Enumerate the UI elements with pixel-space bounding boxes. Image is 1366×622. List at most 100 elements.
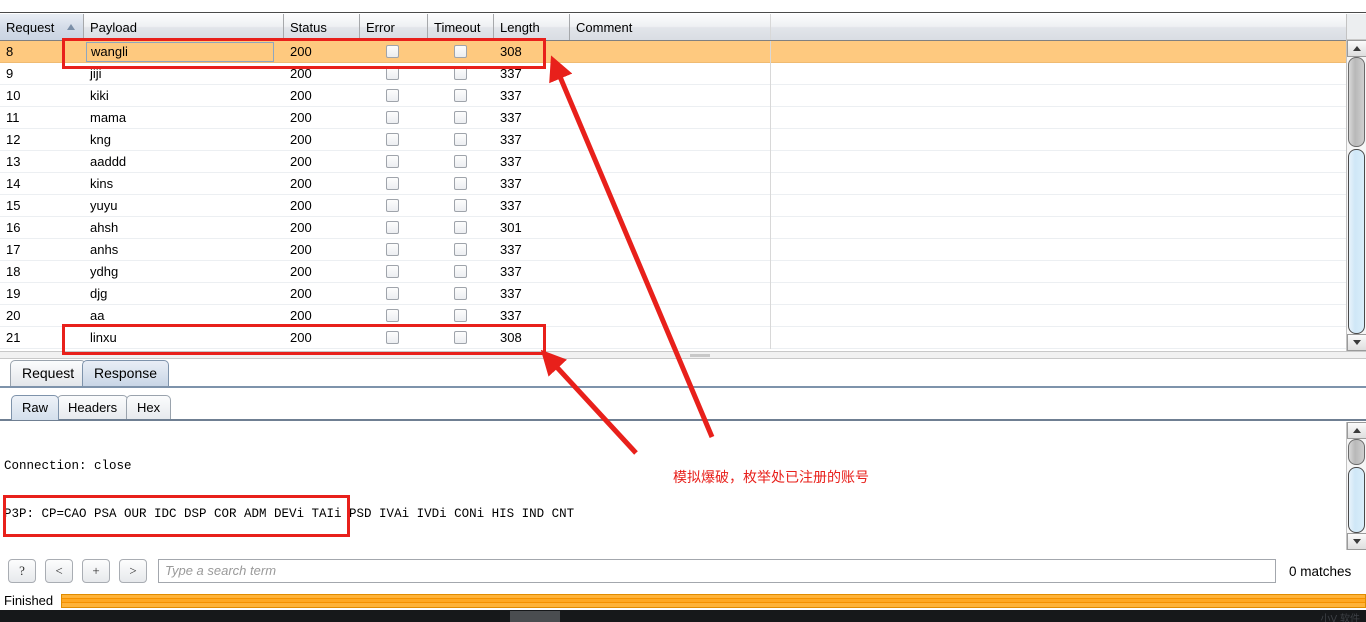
tab-request[interactable]: Request [10,360,87,386]
response-scrollbar-track[interactable] [1347,439,1366,533]
column-header-payload[interactable]: Payload [84,14,284,40]
tab-raw[interactable]: Raw [11,395,60,420]
scrollbar-thumb-upper[interactable] [1348,57,1365,147]
table-row[interactable]: 18 ydhg 200 337 [0,260,1346,283]
cell-request: 17 [6,241,21,257]
cell-error-checkbox-icon [386,199,399,212]
cell-comment [570,150,771,173]
table-row[interactable]: 16 ahsh 200 301 [0,216,1346,239]
cell-timeout [428,129,494,151]
cell-status: 200 [290,153,312,169]
add-filter-button[interactable]: + [82,559,110,583]
cell-timeout-checkbox-icon [454,221,467,234]
search-bar: ? < + > Type a search term 0 matches [0,553,1366,589]
response-scroll-up-button[interactable] [1347,422,1366,439]
response-scrollbar-thumb[interactable] [1348,467,1365,533]
table-row[interactable]: 9 jiji 200 337 [0,62,1346,85]
cell-timeout [428,195,494,217]
cell-timeout-checkbox-icon [454,133,467,146]
cell-length: 337 [500,65,522,81]
results-table[interactable]: Request Payload Status Error Timeout Len… [0,14,1346,351]
prev-match-button-label: < [55,563,63,578]
cell-status: 200 [290,109,312,125]
table-row[interactable]: 10 kiki 200 337 [0,84,1346,107]
column-header-request-label: Request [6,19,55,35]
table-row[interactable]: 15 yuyu 200 337 [0,194,1346,217]
table-row[interactable]: 14 kins 200 337 [0,172,1346,195]
cell-timeout-checkbox-icon [454,265,467,278]
cell-payload: aa [90,307,105,323]
cell-error [360,195,428,217]
table-row[interactable]: 13 aaddd 200 337 [0,150,1346,173]
column-header-request[interactable]: Request [0,14,84,40]
horizontal-splitter[interactable] [0,351,1366,359]
table-row[interactable]: 20 aa 200 337 [0,304,1346,327]
response-vertical-scrollbar[interactable] [1346,422,1366,550]
cell-request: 20 [6,307,21,323]
cell-error-checkbox-icon [386,155,399,168]
cell-error [360,283,428,305]
cell-comment [570,84,771,107]
cell-error-checkbox-icon [386,111,399,124]
cell-payload: kins [90,175,114,191]
scrollbar-corner [1347,14,1366,40]
cell-timeout-checkbox-icon [454,89,467,102]
prev-match-button[interactable]: < [45,559,73,583]
taskbar-item[interactable] [510,611,560,622]
cell-error [360,107,428,129]
cell-status: 200 [290,329,312,345]
cell-payload[interactable]: wangli [84,41,284,63]
column-header-comment-label: Comment [576,19,633,35]
cell-payload-value: wangli [86,41,274,62]
add-filter-button-label: + [92,563,100,578]
table-row[interactable]: 12 kng 200 337 [0,128,1346,151]
column-header-error[interactable]: Error [360,14,428,40]
column-header-status[interactable]: Status [284,14,360,40]
tab-headers[interactable]: Headers [57,395,129,420]
cell-timeout [428,173,494,195]
cell-status: 200 [290,43,312,59]
tab-response[interactable]: Response [82,360,170,386]
table-header-row: Request Payload Status Error Timeout Len… [0,14,1346,41]
cell-request: 21 [6,329,21,345]
column-header-timeout[interactable]: Timeout [428,14,494,40]
column-header-comment[interactable]: Comment [570,14,771,40]
chevron-up-icon [1353,428,1361,433]
search-input[interactable]: Type a search term [158,559,1276,583]
next-match-button[interactable]: > [119,559,147,583]
view-tab-bar: Raw Headers Hex [0,395,1366,421]
table-vertical-scrollbar[interactable] [1346,14,1366,351]
table-row[interactable]: 21 linxu 200 308 [0,326,1346,349]
cell-request: 16 [6,219,21,235]
cell-comment [570,194,771,217]
help-button[interactable]: ? [8,559,36,583]
cell-status: 200 [290,241,312,257]
column-header-length[interactable]: Length [494,14,570,40]
table-row[interactable]: 11 mama 200 337 [0,106,1346,129]
cell-payload: kiki [90,87,109,103]
sort-ascending-icon [67,24,75,30]
scrollbar-thumb[interactable] [1348,149,1365,334]
table-row[interactable]: 17 anhs 200 337 [0,238,1346,261]
response-scroll-down-button[interactable] [1347,533,1366,550]
cell-timeout-checkbox-icon [454,67,467,80]
os-taskbar[interactable]: 小V 软件 [0,610,1366,622]
cell-timeout [428,327,494,349]
cell-error-checkbox-icon [386,265,399,278]
scroll-up-button[interactable] [1347,40,1366,57]
cell-error [360,305,428,327]
cell-timeout [428,41,494,63]
table-row[interactable]: 19 djg 200 337 [0,282,1346,305]
table-row[interactable]: 8 wangli 200 308 [0,40,1346,63]
response-scrollbar-thumb-upper[interactable] [1348,439,1365,465]
cell-timeout-checkbox-icon [454,155,467,168]
cell-timeout-checkbox-icon [454,331,467,344]
cell-length: 337 [500,109,522,125]
scroll-down-button[interactable] [1347,334,1366,351]
scrollbar-track[interactable] [1347,57,1366,334]
tab-hex[interactable]: Hex [126,395,172,420]
cell-request: 8 [6,43,14,59]
cell-status: 200 [290,197,312,213]
cell-comment [570,216,771,239]
cell-error-checkbox-icon [386,243,399,256]
